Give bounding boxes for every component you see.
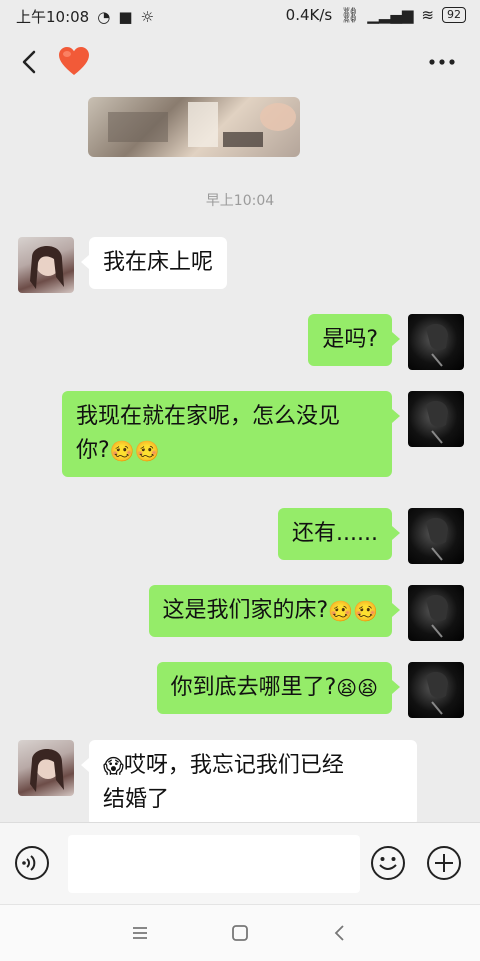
- message-text-line-1: 我现在就在家呢，怎么没见: [76, 404, 341, 429]
- recents-button[interactable]: [128, 921, 152, 945]
- square-icon: [232, 925, 248, 941]
- tired-face-icon: 😫😫: [336, 676, 378, 700]
- more-icon: [429, 59, 455, 65]
- chevron-left-icon: [334, 925, 344, 941]
- message-input[interactable]: [68, 835, 360, 893]
- message-bubble[interactable]: 还有......: [278, 508, 400, 560]
- system-back-button[interactable]: [328, 921, 352, 945]
- more-button[interactable]: [426, 50, 458, 74]
- user-avatar[interactable]: [408, 508, 464, 564]
- message-bubble[interactable]: 是吗?: [308, 314, 400, 366]
- voice-button[interactable]: [14, 845, 50, 881]
- notification-icon: ◔: [97, 7, 111, 26]
- camera-icon: ■: [118, 7, 133, 26]
- user-avatar[interactable]: [408, 662, 464, 718]
- contact-avatar[interactable]: [18, 740, 74, 796]
- status-time: 上午10:08: [16, 8, 90, 26]
- message-text: 还有......: [292, 521, 378, 546]
- wifi-icon: ≋: [421, 6, 434, 24]
- photo-content: [108, 102, 296, 147]
- link-icon: ⛓: [340, 6, 360, 24]
- back-button[interactable]: [14, 46, 46, 78]
- battery-icon: 92: [442, 7, 466, 23]
- message-text: 你到底去哪里了?: [170, 675, 337, 700]
- emoji-button[interactable]: [370, 845, 406, 881]
- user-avatar[interactable]: [408, 314, 464, 370]
- chat-header: [0, 32, 480, 94]
- menu-icon: [133, 927, 147, 939]
- message-bubble[interactable]: 你到底去哪里了?😫😫: [156, 662, 401, 714]
- message-text-line-1: 哎呀，我忘记我们已经: [123, 753, 344, 778]
- status-bar: 上午10:08 ◔ ■ ☼ 0.4K/s ⛓ ▁▂▄▆ ≋ 92: [0, 0, 480, 32]
- woozy-face-icon: 🥴🥴: [328, 599, 378, 623]
- screaming-face-icon: 😱: [103, 754, 124, 778]
- signal-icon: ▁▂▄▆: [367, 6, 414, 24]
- input-bar: [0, 822, 480, 905]
- network-speed: 0.4K/s: [285, 6, 333, 24]
- emoji-icon: [371, 846, 405, 880]
- image-message[interactable]: [88, 97, 300, 157]
- message-bubble[interactable]: 我在床上呢: [80, 237, 228, 289]
- heart-icon: [59, 47, 89, 75]
- home-button[interactable]: [228, 921, 252, 945]
- message-text: 我在床上呢: [103, 250, 214, 275]
- message-text-line-2: 结婚了: [103, 787, 170, 812]
- contact-avatar[interactable]: [18, 237, 74, 293]
- plus-icon: [427, 846, 461, 880]
- message-timestamp: 早上10:04: [205, 193, 275, 209]
- message-bubble[interactable]: 我现在就在家呢，怎么没见 你?🥴🥴: [62, 391, 400, 477]
- contact-name-heart: [56, 44, 92, 80]
- voice-icon: [15, 846, 49, 880]
- system-nav-bar: [0, 904, 480, 961]
- brightness-icon: ☼: [140, 7, 154, 26]
- chevron-left-icon: [22, 50, 36, 74]
- message-text: 这是我们家的床?: [162, 598, 329, 623]
- woozy-face-icon: 🥴🥴: [109, 439, 160, 463]
- message-text-line-2: 你?: [76, 438, 110, 463]
- user-avatar[interactable]: [408, 391, 464, 447]
- user-avatar[interactable]: [408, 585, 464, 641]
- message-text: 是吗?: [322, 327, 378, 352]
- message-bubble[interactable]: 😱哎呀，我忘记我们已经 结婚了: [81, 740, 417, 826]
- message-bubble[interactable]: 这是我们家的床?🥴🥴: [148, 585, 400, 637]
- more-functions-button[interactable]: [426, 845, 462, 881]
